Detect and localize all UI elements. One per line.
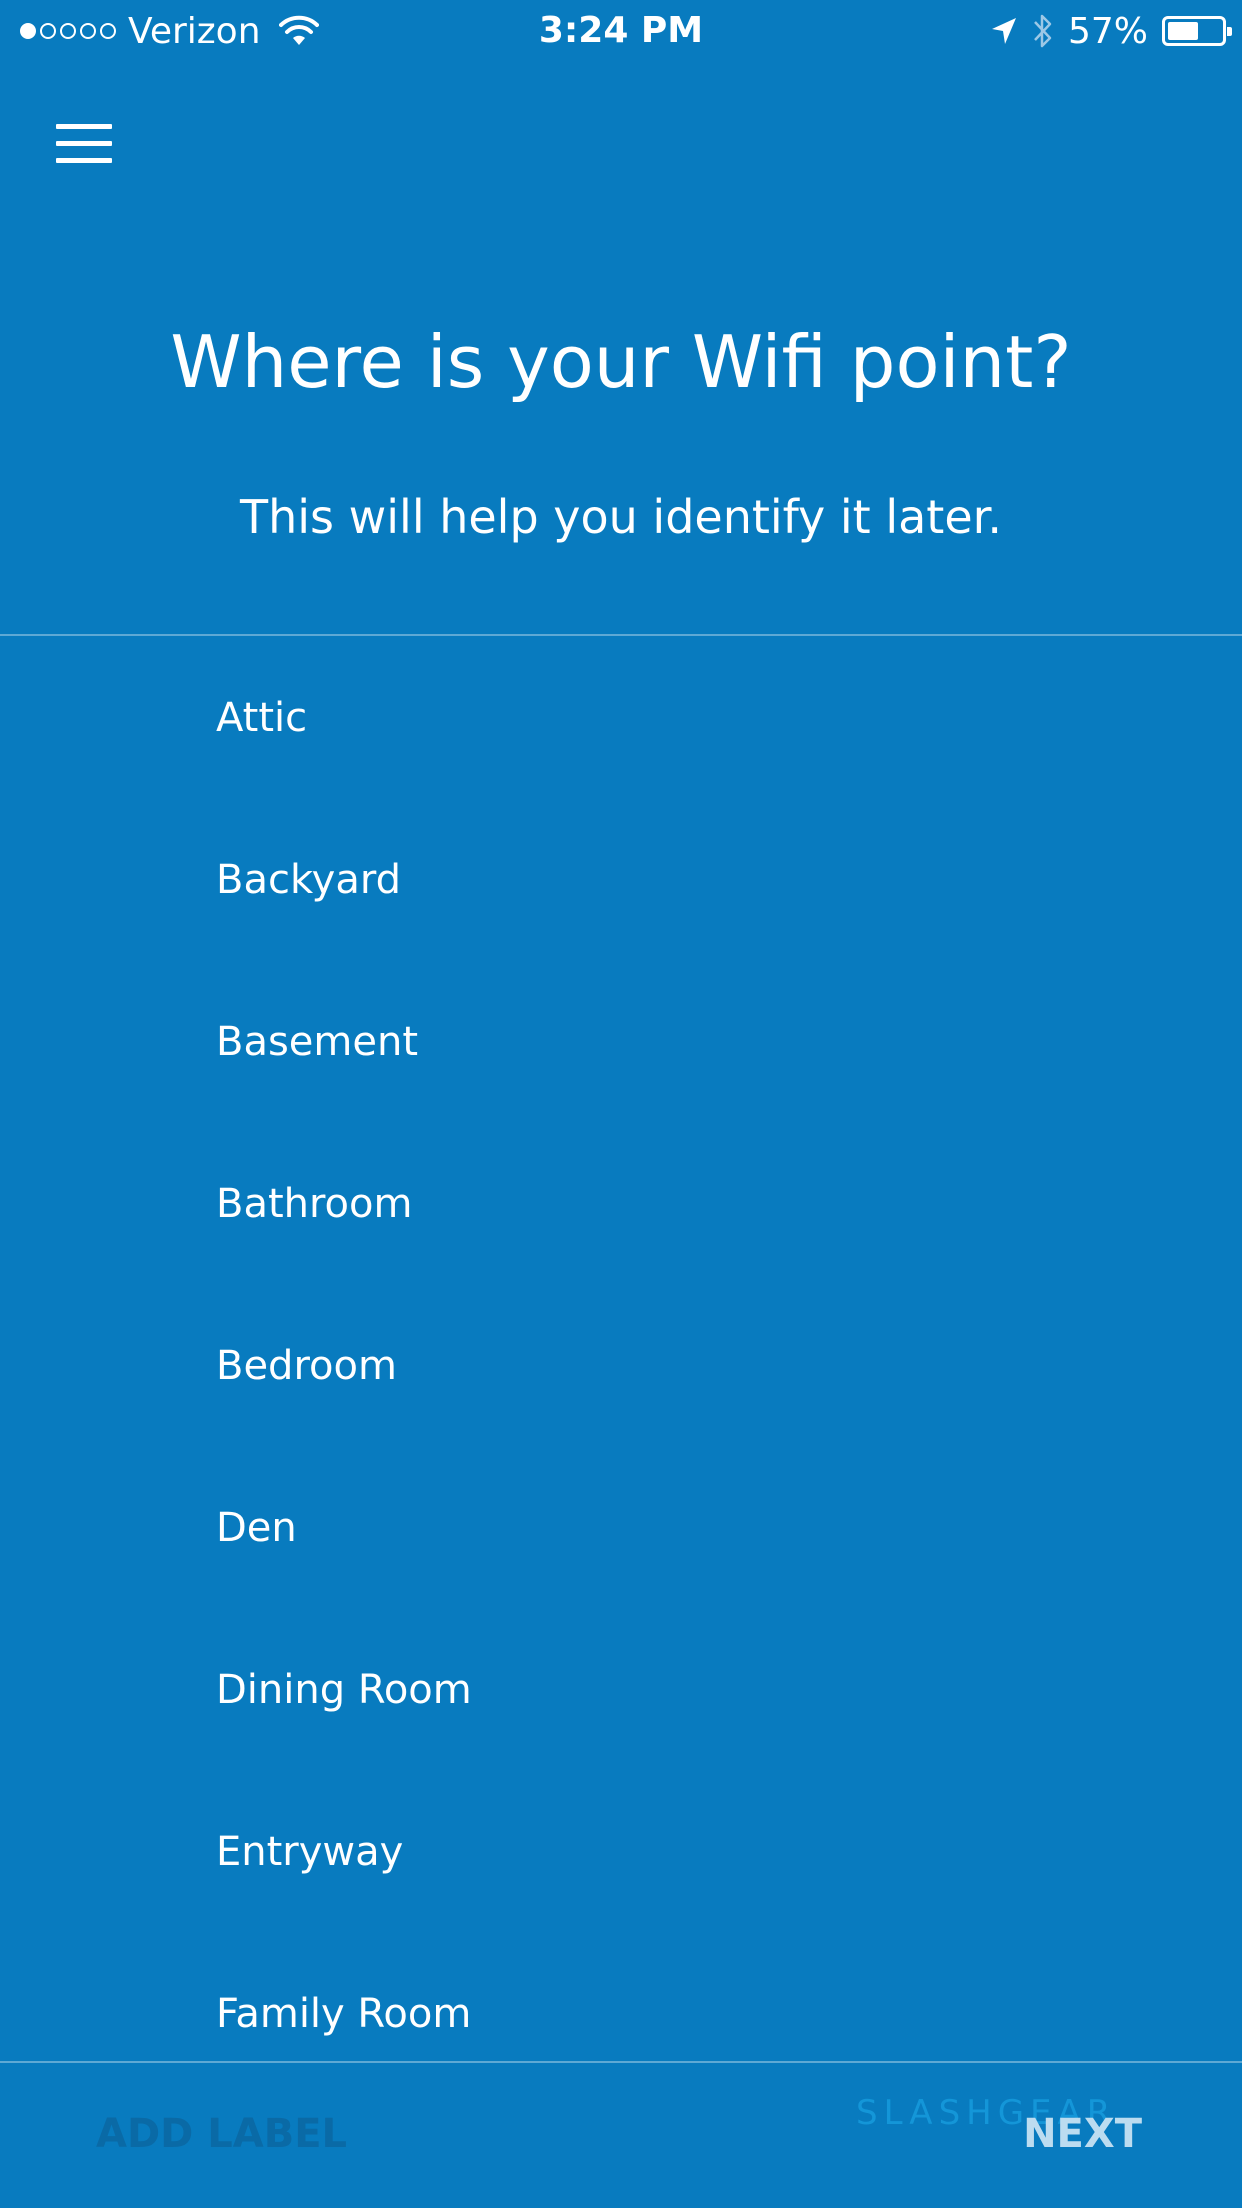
page-subtitle: This will help you identify it later. (240, 490, 1002, 544)
top-divider (0, 634, 1242, 636)
location-item-bathroom[interactable]: Bathroom (0, 1123, 1242, 1285)
battery-percentage: 57% (1067, 10, 1148, 52)
battery-fill (1168, 22, 1198, 40)
location-list[interactable]: Attic Backyard Basement Bathroom Bedroom… (0, 637, 1242, 2061)
page-title: Where is your Wifi point? (170, 320, 1072, 404)
add-label-button[interactable]: ADD LABEL (96, 2111, 347, 2157)
location-item-dining-room[interactable]: Dining Room (0, 1609, 1242, 1771)
location-arrow-icon (991, 18, 1016, 44)
location-item-bedroom[interactable]: Bedroom (0, 1285, 1242, 1447)
location-item-attic[interactable]: Attic (0, 637, 1242, 799)
battery-tip (1227, 27, 1232, 36)
location-item-den[interactable]: Den (0, 1447, 1242, 1609)
wifi-point-location-screen: Verizon 3:24 PM 57% Where is your Wifi p… (0, 0, 1242, 2208)
bottom-action-bar: ADD LABEL SLASHGEAR NEXT (0, 2063, 1242, 2208)
hamburger-menu-icon[interactable] (56, 124, 112, 164)
battery-icon (1162, 16, 1232, 46)
bluetooth-icon (1034, 14, 1052, 48)
next-button[interactable]: NEXT (1023, 2111, 1142, 2157)
location-item-basement[interactable]: Basement (0, 961, 1242, 1123)
location-item-backyard[interactable]: Backyard (0, 799, 1242, 961)
status-bar: Verizon 3:24 PM 57% (0, 0, 1242, 62)
status-bar-right: 57% (990, 6, 1232, 56)
location-item-family-room[interactable]: Family Room (0, 1933, 1242, 2061)
location-item-entryway[interactable]: Entryway (0, 1771, 1242, 1933)
